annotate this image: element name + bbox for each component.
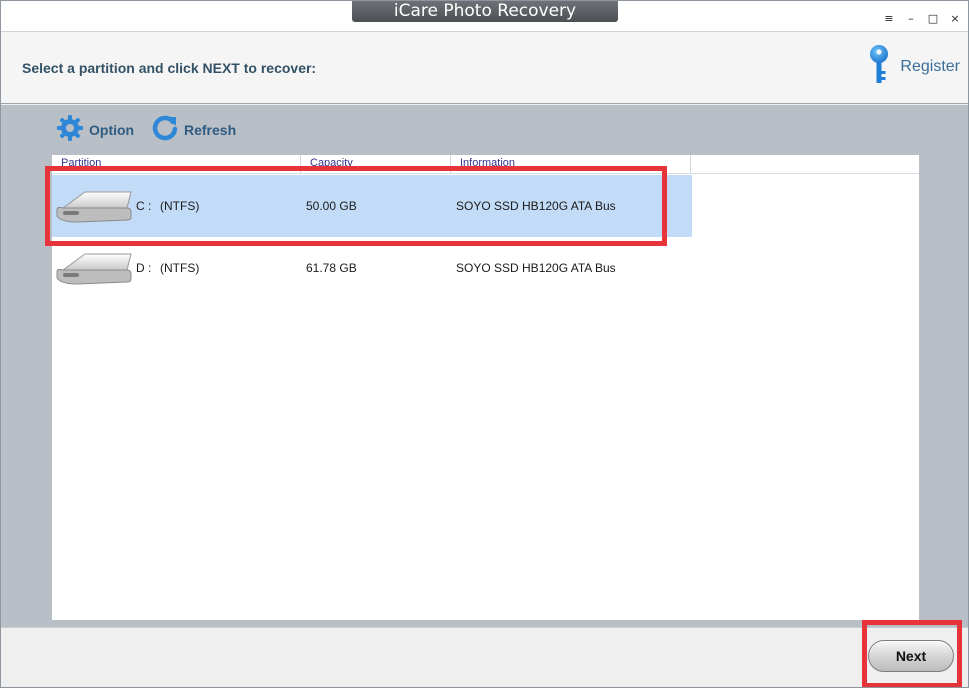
- refresh-icon: [151, 114, 179, 147]
- next-button[interactable]: Next: [868, 640, 954, 672]
- partition-drive: C :: [136, 199, 152, 213]
- partition-capacity: 50.00 GB: [306, 199, 357, 213]
- partition-capacity: 61.78 GB: [306, 261, 357, 275]
- header: Select a partition and click NEXT to rec…: [1, 31, 968, 104]
- partition-information: SOYO SSD HB120G ATA Bus: [456, 261, 616, 275]
- refresh-label: Refresh: [184, 122, 237, 138]
- refresh-button[interactable]: Refresh: [151, 115, 237, 143]
- table-header: Partition Capacity Information: [52, 155, 919, 174]
- register-label: Register: [900, 58, 960, 75]
- instruction-text: Select a partition and click NEXT to rec…: [22, 60, 317, 76]
- app-window: iCare Photo Recovery ≡ – □ × Select a pa…: [0, 0, 969, 688]
- hard-drive-icon: [55, 186, 133, 231]
- table-row[interactable]: D : (NTFS) 61.78 GB SOYO SSD HB120G ATA …: [52, 237, 692, 299]
- table-row[interactable]: C : (NTFS) 50.00 GB SOYO SSD HB120G ATA …: [52, 175, 692, 237]
- register-button[interactable]: Register: [868, 44, 960, 91]
- app-title: iCare Photo Recovery: [352, 1, 618, 22]
- column-header-partition[interactable]: Partition: [52, 155, 301, 174]
- gear-icon: [56, 114, 84, 147]
- footer: Next: [1, 627, 968, 687]
- title-bar: iCare Photo Recovery ≡ – □ ×: [1, 1, 968, 31]
- hard-drive-icon: [55, 248, 133, 293]
- partition-drive: D :: [136, 261, 152, 275]
- partition-filesystem: (NTFS): [160, 261, 200, 275]
- option-label: Option: [89, 122, 135, 138]
- column-header-capacity[interactable]: Capacity: [301, 155, 451, 174]
- maximize-button[interactable]: □: [926, 11, 940, 27]
- column-header-information[interactable]: Information: [451, 155, 691, 174]
- minimize-button[interactable]: –: [904, 11, 918, 27]
- partition-table: Partition Capacity Information C: (NTFS…: [52, 155, 919, 620]
- content-area: Option Refresh Partition Capacity Inform…: [1, 105, 968, 627]
- key-icon: [868, 44, 890, 91]
- menu-icon[interactable]: ≡: [882, 11, 896, 27]
- close-button[interactable]: ×: [948, 11, 962, 27]
- partition-information: SOYO SSD HB120G ATA Bus: [456, 199, 616, 213]
- window-controls: ≡ – □ ×: [882, 11, 962, 27]
- partition-filesystem: (NTFS): [160, 199, 200, 213]
- option-button[interactable]: Option: [56, 114, 135, 143]
